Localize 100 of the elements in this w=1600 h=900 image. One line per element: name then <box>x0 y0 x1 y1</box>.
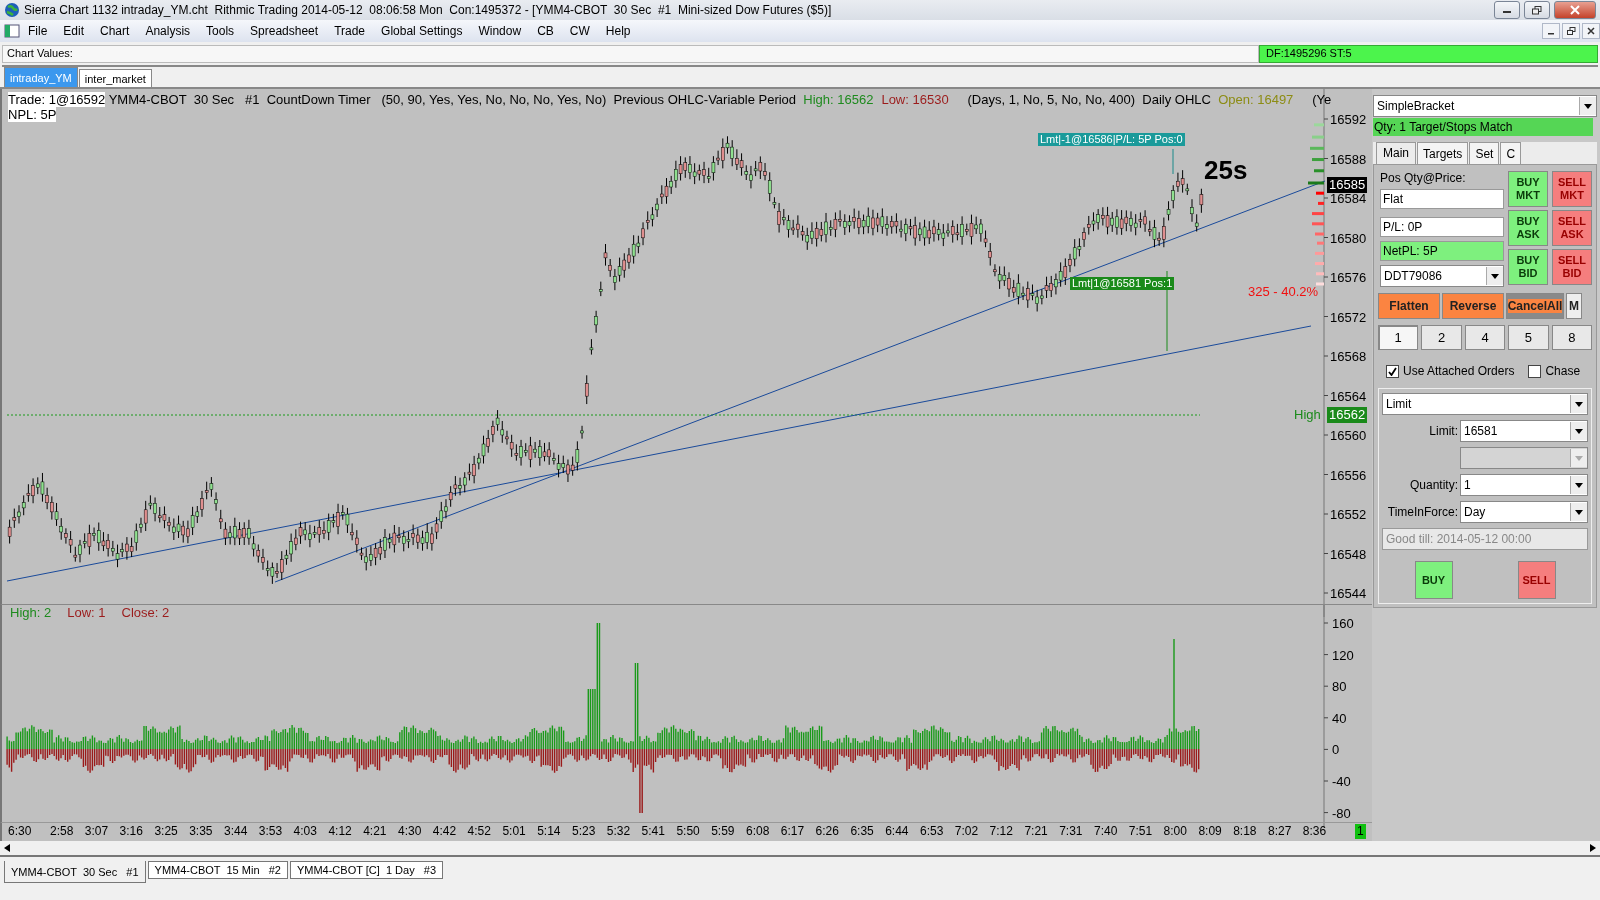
order-field[interactable]: 1 <box>1460 474 1588 496</box>
time-axis-label: 4:21 <box>362 824 388 839</box>
menu-item[interactable]: Trade <box>326 24 374 38</box>
menu-item[interactable]: Spreadsheet <box>242 24 327 38</box>
close-button[interactable] <box>1554 1 1596 19</box>
panel-tab[interactable]: Set <box>1469 142 1500 164</box>
order-button[interactable]: BUY ASK <box>1508 210 1548 246</box>
menu-item[interactable]: Global Settings <box>373 24 471 38</box>
caret-icon <box>1491 273 1499 279</box>
menu-item[interactable]: Edit <box>55 24 93 38</box>
volume-axis-label: 120 <box>1332 647 1354 663</box>
panel-tab[interactable]: Main <box>1376 142 1416 164</box>
restore-button[interactable] <box>1524 1 1550 19</box>
chartbook-tab[interactable]: inter_market <box>78 69 152 87</box>
menu-item[interactable]: CW <box>561 24 598 38</box>
price-axis-label: 16592 <box>1330 112 1367 127</box>
volume-axis-label: -40 <box>1332 773 1351 789</box>
time-axis-label: 6:53 <box>919 824 945 839</box>
restore-button[interactable] <box>1562 23 1580 39</box>
panel-tab[interactable]: Targets <box>1417 142 1469 164</box>
order-field[interactable]: 16581 <box>1460 420 1588 442</box>
minimize-button[interactable] <box>1494 1 1520 19</box>
order-field[interactable]: Day <box>1460 501 1588 523</box>
close-icon <box>1570 5 1580 15</box>
menu-item[interactable]: File <box>20 24 56 38</box>
window-title: Sierra Chart 1132 intraday_YM.cht Rithmic Trading 2014-05-12 08:06:58 Mon Con:1495372 - [YMM4-CBOT 30 Sec #1 Mini-sized Dow Futures ($5)] <box>24 3 833 17</box>
menu-item[interactable]: Help <box>597 24 639 38</box>
time-axis-label: 8:27 <box>1267 824 1293 839</box>
study-header-text: Open: 16497 <box>1218 92 1294 107</box>
study-header-text: High: 16562 <box>803 92 874 107</box>
menu-item[interactable]: CB <box>529 24 562 38</box>
order-button[interactable]: BUY BID <box>1508 249 1548 285</box>
net-profit-field: NetPL: 5P <box>1380 241 1504 261</box>
time-axis-label: 7:40 <box>1093 824 1119 839</box>
quantity-button[interactable]: 1 <box>1378 325 1419 350</box>
volume-axis-label: 0 <box>1332 742 1340 758</box>
high-price-marker: 16562 <box>1327 407 1368 423</box>
time-axis-label: 4:52 <box>466 824 492 839</box>
close-button[interactable] <box>1582 23 1600 39</box>
price-axis-label: 16556 <box>1330 467 1367 483</box>
net-pl-label: NPL: 5P <box>8 107 57 122</box>
menu-item[interactable]: Chart <box>92 24 138 38</box>
time-axis-label: 5:50 <box>675 824 701 839</box>
order-label: Lmt|1@16581 Pos:1 <box>1070 277 1175 291</box>
time-axis-label: 7:21 <box>1023 824 1049 839</box>
scroll-left-icon[interactable] <box>4 844 10 852</box>
volume-axis-label: 160 <box>1332 615 1354 631</box>
time-axis-label: 8:00 <box>1162 824 1188 839</box>
high-label: High <box>1293 407 1322 423</box>
time-axis-label: 3:25 <box>153 824 179 839</box>
option-checkbox[interactable]: Chase <box>1528 364 1581 378</box>
time-axis-label: 3:44 <box>223 824 249 839</box>
order-button[interactable]: BUY MKT <box>1508 171 1548 207</box>
time-axis-label: 7:12 <box>988 824 1014 839</box>
chart-tab[interactable]: YMM4-CBOT [C] 1 Day #3 <box>289 861 444 879</box>
document-icon[interactable] <box>4 24 20 38</box>
action-button[interactable]: Reverse <box>1442 293 1504 319</box>
volume-axis-label: -80 <box>1332 805 1351 821</box>
chart-tab[interactable]: YMM4-CBOT 15 Min #2 <box>147 861 288 879</box>
caret-icon <box>1575 428 1583 434</box>
price-axis-label: 16588 <box>1330 151 1367 167</box>
position-label: Pos Qty@Price: <box>1380 171 1467 185</box>
time-axis-label: 4:30 <box>397 824 423 839</box>
time-axis-label: 6:08 <box>745 824 771 839</box>
option-checkbox[interactable]: Use Attached Orders <box>1386 364 1515 378</box>
menu-item[interactable]: Window <box>470 24 530 38</box>
quantity-button[interactable]: 8 <box>1551 325 1592 350</box>
time-axis-label: 5:14 <box>536 824 562 839</box>
quantity-button[interactable]: 5 <box>1508 325 1549 350</box>
time-axis-label: 4:03 <box>292 824 318 839</box>
volume-axis-label: 80 <box>1332 679 1347 695</box>
time-axis-label: 4:42 <box>431 824 458 839</box>
time-axis-label: 6:30 <box>7 824 33 839</box>
order-type-dropdown[interactable]: Limit <box>1382 393 1588 415</box>
quantity-button[interactable]: 2 <box>1421 325 1462 350</box>
menu-item[interactable]: Analysis <box>137 24 199 38</box>
time-axis-label: 6:26 <box>814 824 840 839</box>
chart-tab[interactable]: YMM4-CBOT 30 Sec #1 <box>4 861 146 883</box>
action-button[interactable]: Flatten <box>1378 293 1440 319</box>
price-axis-label: 16564 <box>1330 388 1367 404</box>
caret-icon <box>1575 482 1583 488</box>
position-field: Flat <box>1380 189 1504 209</box>
time-axis-label: 6:17 <box>779 824 806 839</box>
action-button[interactable]: CancelAll <box>1506 293 1564 319</box>
time-axis-label: 2:58 <box>49 824 75 839</box>
volume-axis-label: 40 <box>1332 710 1347 726</box>
study-header-text: YMM4-CBOT 30 Sec #1 CountDown Timer (50, 90, Yes, Yes, No, No, No, Yes, No) Previous OHLC-Variable Period <box>107 92 798 107</box>
time-axis-label: 5:59 <box>710 824 736 839</box>
price-axis-label: 16568 <box>1330 349 1367 364</box>
menu-item[interactable]: Tools <box>198 24 243 38</box>
panel-tab[interactable]: C <box>1500 142 1522 164</box>
price-axis-label: 16584 <box>1330 191 1367 206</box>
quantity-button[interactable]: 4 <box>1464 325 1506 350</box>
account-dropdown[interactable]: DDT79086 <box>1380 265 1504 287</box>
action-button[interactable]: M <box>1566 293 1582 319</box>
time-axis-label: 8:36 <box>1301 824 1328 839</box>
study-value-text: High: 2 <box>10 604 52 621</box>
strategy-dropdown[interactable]: SimpleBracket <box>1373 95 1597 117</box>
scroll-right-icon[interactable] <box>1590 844 1596 852</box>
submit-button[interactable]: BUY <box>1414 561 1453 599</box>
